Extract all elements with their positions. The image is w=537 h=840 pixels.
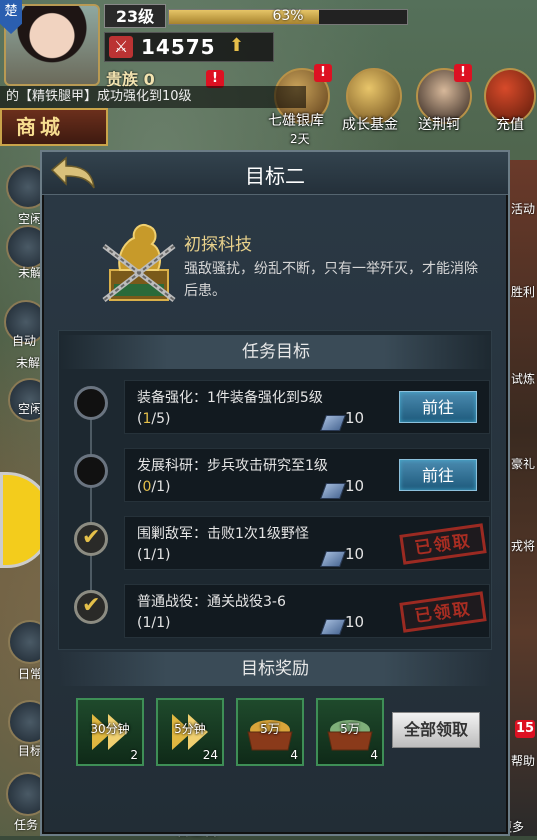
task-status-circle xyxy=(74,386,108,420)
reward-label: 5万 xyxy=(340,722,360,736)
top-icon-label: 送荆轲 xyxy=(418,117,460,133)
side-label[interactable]: 帮助 xyxy=(511,752,535,769)
task-status-circle xyxy=(74,454,108,488)
speedup-item[interactable]: 30分钟 2 xyxy=(76,698,144,766)
task-reward: 10 xyxy=(345,477,365,495)
side-label[interactable]: 胜利 xyxy=(511,283,535,300)
shop-button[interactable]: 商城 xyxy=(0,108,108,146)
task-reward: 10 xyxy=(345,545,365,563)
reward-label: 5万 xyxy=(260,722,280,736)
reward-label: 5分钟 xyxy=(174,722,206,736)
goal-dialog: 目标二 初探科技 强敌骚扰，纷乱不断，只有一举歼灭，才能消除后患。 任务目标 装… xyxy=(40,150,510,836)
alert-badge: ! xyxy=(454,64,472,82)
side-label[interactable]: 活动 xyxy=(511,200,535,217)
task-title: 围剿敌军：击败1次1级野怪 xyxy=(137,526,309,542)
timeline-line xyxy=(90,388,92,620)
task-status-circle: ✔ xyxy=(74,590,108,624)
power-value: 14575 xyxy=(141,35,216,59)
book-icon xyxy=(320,619,346,635)
reward-section-title: 目标奖励 xyxy=(58,652,492,686)
top-icon-label: 充值 xyxy=(496,117,524,133)
claimed-stamp: 已领取 xyxy=(399,523,487,565)
alert-badge: ! xyxy=(314,64,332,82)
side-label: 任务 xyxy=(14,818,39,832)
power-panel[interactable]: ⚔ 14575 ⬆ xyxy=(104,32,274,62)
task-title: 装备强化：1件装备强化到5级 xyxy=(137,390,323,406)
task-title: 发展科研：步兵攻击研究至1级 xyxy=(137,458,328,474)
task-progress-total: 5 xyxy=(156,411,166,427)
claim-all-button[interactable]: 全部领取 xyxy=(392,712,480,748)
top-icon-label: 七雄银库 xyxy=(268,113,324,129)
task-progress-total: 1 xyxy=(156,615,166,631)
tech-description: 强敌骚扰，纷乱不断，只有一举歼灭，才能消除后患。 xyxy=(184,261,478,299)
news-ticker: 的【精铁腿甲】成功强化到10级 xyxy=(0,86,306,108)
exp-percent: 63% xyxy=(272,8,304,24)
go-button[interactable]: 前往 xyxy=(399,391,477,423)
crossed-swords-icon: ⚔ xyxy=(109,36,133,58)
task-progress-done: 0 xyxy=(142,479,152,495)
checkmark-icon: ✔ xyxy=(82,593,101,618)
task-progress-total: 1 xyxy=(156,547,166,563)
reward-count: 2 xyxy=(130,748,138,762)
task-reward: 10 xyxy=(345,613,365,631)
silver-chest-item[interactable]: 5万 4 xyxy=(316,698,384,766)
book-icon xyxy=(320,551,346,567)
checkmark-icon: ✔ xyxy=(82,525,101,550)
tech-name: 初探科技 xyxy=(184,235,252,255)
top-icon-label: 成长基金 xyxy=(342,117,398,133)
side-label: 空闲 xyxy=(18,402,43,416)
task-progress: (1/1) xyxy=(137,615,171,631)
side-label: 自动 xyxy=(12,334,37,348)
reward-count: 24 xyxy=(202,748,218,762)
task-status-circle: ✔ xyxy=(74,522,108,556)
side-label[interactable]: 豪礼 xyxy=(511,455,535,472)
book-icon xyxy=(320,415,346,431)
gold-chest-item[interactable]: 5万 4 xyxy=(236,698,304,766)
side-label: 未解 xyxy=(16,356,41,370)
task-progress-done: 1 xyxy=(142,547,152,563)
task-progress: (1/5) xyxy=(137,411,171,427)
side-label[interactable]: 戎将 xyxy=(511,537,535,554)
task-title: 普通战役：通关战役3-6 xyxy=(137,594,286,610)
side-label: 目标 xyxy=(18,744,43,758)
arrow-up-icon[interactable]: ⬆ xyxy=(229,35,244,56)
task-progress: (1/1) xyxy=(137,547,171,563)
dialog-title: 目标二 xyxy=(245,164,305,188)
bronze-beast-locked-icon xyxy=(102,224,176,302)
task-progress-total: 1 xyxy=(156,479,166,495)
go-button[interactable]: 前往 xyxy=(399,459,477,491)
task-row: 发展科研：步兵攻击研究至1级 (0/1) 10 前往 xyxy=(124,448,490,502)
speedup-item[interactable]: 5分钟 24 xyxy=(156,698,224,766)
side-label[interactable]: 试炼 xyxy=(511,370,535,387)
task-row: 装备强化：1件装备强化到5级 (1/5) 10 前往 xyxy=(124,380,490,434)
count-badge: 15 xyxy=(515,720,535,738)
reward-count: 4 xyxy=(290,748,298,762)
dialog-header: 目标二 xyxy=(42,152,508,195)
side-label: 日常 xyxy=(18,667,43,681)
task-row: 普通战役：通关战役3-6 (1/1) 10 已领取 xyxy=(124,584,490,638)
side-label: 未解 xyxy=(18,266,43,280)
task-progress: (0/1) xyxy=(137,479,171,495)
exp-bar: 63% xyxy=(168,8,408,25)
task-progress-done: 1 xyxy=(142,615,152,631)
vault-timer: 2天 xyxy=(290,132,310,146)
level-exp-bar: 23级 63% xyxy=(104,4,408,28)
book-icon xyxy=(320,483,346,499)
reward-label: 30分钟 xyxy=(90,722,130,736)
task-progress-done: 1 xyxy=(142,411,152,427)
task-reward: 10 xyxy=(345,409,365,427)
task-row: 围剿敌军：击败1次1级野怪 (1/1) 10 已领取 xyxy=(124,516,490,570)
claimed-stamp: 已领取 xyxy=(399,591,487,633)
reward-count: 4 xyxy=(370,748,378,762)
player-level: 23级 xyxy=(104,4,166,28)
task-section-title: 任务目标 xyxy=(59,335,493,369)
